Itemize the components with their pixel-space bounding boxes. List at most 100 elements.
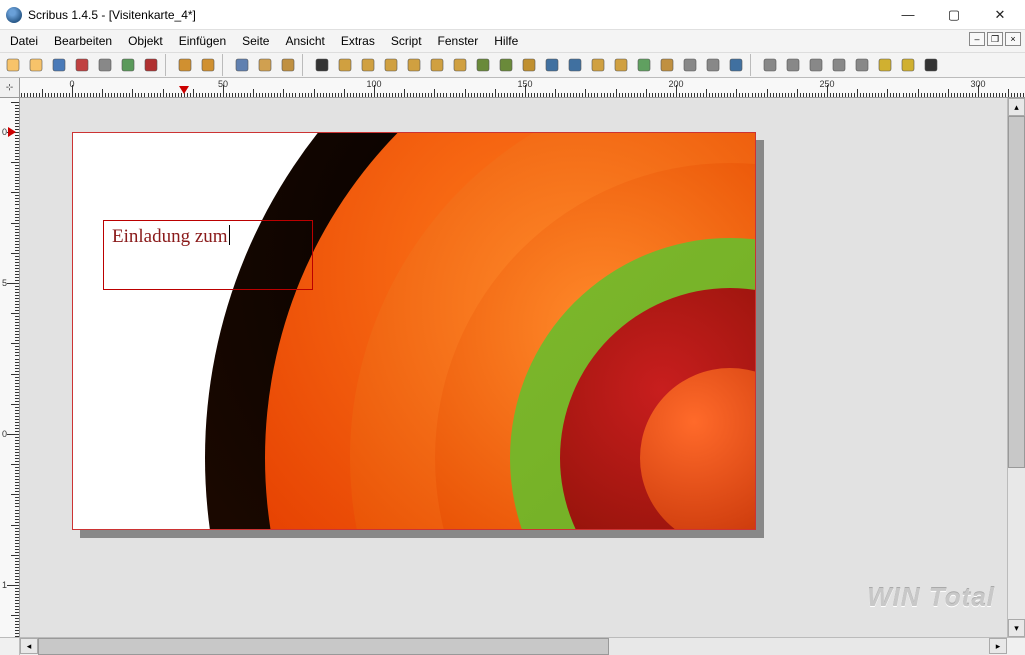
mdi-controls: – ❐ ×: [969, 32, 1021, 46]
menu-bearbeiten[interactable]: Bearbeiten: [46, 32, 120, 50]
menu-einfügen[interactable]: Einfügen: [171, 32, 234, 50]
ruler-v-label: 1: [2, 580, 7, 590]
vertical-ruler[interactable]: 0 5 0 1: [0, 98, 20, 637]
text-frame[interactable]: Einladung zum: [103, 220, 313, 290]
document-page[interactable]: Einladung zum: [72, 132, 756, 530]
scroll-v-track[interactable]: [1008, 116, 1025, 619]
scroll-h-track[interactable]: [38, 638, 989, 655]
redo-icon[interactable]: [197, 54, 219, 76]
edit-contents-icon[interactable]: [587, 54, 609, 76]
line-icon[interactable]: [472, 54, 494, 76]
ruler-v-marker[interactable]: [8, 127, 16, 137]
toolbar-separator: [165, 54, 171, 76]
eraser-icon[interactable]: [920, 54, 942, 76]
toolbar-separator: [222, 54, 228, 76]
horizontal-ruler[interactable]: 050100150200250300: [20, 78, 1025, 97]
menu-script[interactable]: Script: [383, 32, 430, 50]
ruler-v-label: 0: [2, 127, 7, 137]
scroll-corner: [0, 638, 20, 655]
link-frames-icon[interactable]: [633, 54, 655, 76]
watermark: WIN Total: [867, 582, 995, 613]
save-icon[interactable]: [48, 54, 70, 76]
menu-objekt[interactable]: Objekt: [120, 32, 171, 50]
toolbar-separator: [750, 54, 756, 76]
copy-icon[interactable]: [254, 54, 276, 76]
menu-datei[interactable]: Datei: [2, 32, 46, 50]
pdf-annotation-icon[interactable]: [874, 54, 896, 76]
rotate-icon[interactable]: [541, 54, 563, 76]
open-file-icon[interactable]: [25, 54, 47, 76]
freehand-icon[interactable]: [518, 54, 540, 76]
window-controls: — ▢ ✕: [885, 0, 1023, 30]
imageframe-icon[interactable]: [357, 54, 379, 76]
canvas[interactable]: Einladung zum WIN Total ▴ ▾: [20, 98, 1025, 637]
artwork-group[interactable]: [72, 132, 756, 530]
measure-icon[interactable]: [679, 54, 701, 76]
vertical-scrollbar[interactable]: ▴ ▾: [1007, 98, 1025, 637]
menu-fenster[interactable]: Fenster: [430, 32, 487, 50]
print-icon[interactable]: [94, 54, 116, 76]
scroll-corner-right: [1007, 638, 1025, 655]
horizontal-scrollbar[interactable]: ◂ ▸: [0, 637, 1025, 655]
toolbar-separator: [302, 54, 308, 76]
text-content[interactable]: Einladung zum: [112, 226, 228, 247]
pdf-checkbox-icon[interactable]: [805, 54, 827, 76]
edit-text-icon[interactable]: [610, 54, 632, 76]
copy-props-icon[interactable]: [702, 54, 724, 76]
new-file-icon[interactable]: [2, 54, 24, 76]
window-title: Scribus 1.4.5 - [Visitenkarte_4*]: [28, 8, 885, 22]
scroll-left-button[interactable]: ◂: [20, 638, 38, 654]
paste-icon[interactable]: [277, 54, 299, 76]
pdf-link-icon[interactable]: [897, 54, 919, 76]
text-cursor: [229, 225, 230, 245]
renderframe-icon[interactable]: [380, 54, 402, 76]
shape-icon[interactable]: [426, 54, 448, 76]
cut-icon[interactable]: [231, 54, 253, 76]
ruler-v-label: 5: [2, 278, 7, 288]
pdf-icon[interactable]: [140, 54, 162, 76]
polygon-icon[interactable]: [449, 54, 471, 76]
app-icon: [6, 7, 22, 23]
ruler-h-marker[interactable]: [179, 86, 189, 94]
ruler-h-label: 300: [970, 79, 985, 89]
preflight-icon[interactable]: [117, 54, 139, 76]
scroll-up-button[interactable]: ▴: [1008, 98, 1025, 116]
undo-icon[interactable]: [174, 54, 196, 76]
pdf-combobox-icon[interactable]: [828, 54, 850, 76]
pdf-textfield-icon[interactable]: [782, 54, 804, 76]
ruler-h-label: 50: [218, 79, 228, 89]
unlink-frames-icon[interactable]: [656, 54, 678, 76]
work-area: 0 5 0 1 Einladung zum WIN Total ▴ ▾: [0, 98, 1025, 637]
maximize-button[interactable]: ▢: [931, 0, 977, 30]
scroll-right-button[interactable]: ▸: [989, 638, 1007, 654]
bezier-icon[interactable]: [495, 54, 517, 76]
minimize-button[interactable]: —: [885, 0, 931, 30]
menu-ansicht[interactable]: Ansicht: [277, 32, 332, 50]
close-icon[interactable]: [71, 54, 93, 76]
pdf-listbox-icon[interactable]: [851, 54, 873, 76]
pdf-pushbutton-icon[interactable]: [759, 54, 781, 76]
mdi-minimize-button[interactable]: –: [969, 32, 985, 46]
eyedropper-icon[interactable]: [725, 54, 747, 76]
menu-seite[interactable]: Seite: [234, 32, 277, 50]
ruler-h-label: 100: [366, 79, 381, 89]
mdi-close-button[interactable]: ×: [1005, 32, 1021, 46]
zoom-icon[interactable]: [564, 54, 586, 76]
close-window-button[interactable]: ✕: [977, 0, 1023, 30]
title-bar: Scribus 1.4.5 - [Visitenkarte_4*] — ▢ ✕: [0, 0, 1025, 30]
ruler-h-label: 0: [69, 79, 74, 89]
scroll-v-thumb[interactable]: [1008, 116, 1025, 468]
horizontal-ruler-wrap: ⊹ 050100150200250300: [0, 78, 1025, 98]
mdi-restore-button[interactable]: ❐: [987, 32, 1003, 46]
table-icon[interactable]: [403, 54, 425, 76]
scroll-h-thumb[interactable]: [38, 638, 609, 655]
ruler-origin-button[interactable]: ⊹: [0, 78, 20, 98]
ruler-h-label: 200: [668, 79, 683, 89]
ruler-v-label: 0: [2, 429, 7, 439]
scroll-down-button[interactable]: ▾: [1008, 619, 1025, 637]
textframe-icon[interactable]: [334, 54, 356, 76]
menu-extras[interactable]: Extras: [333, 32, 383, 50]
ruler-h-label: 250: [819, 79, 834, 89]
menu-hilfe[interactable]: Hilfe: [486, 32, 526, 50]
select-icon[interactable]: [311, 54, 333, 76]
